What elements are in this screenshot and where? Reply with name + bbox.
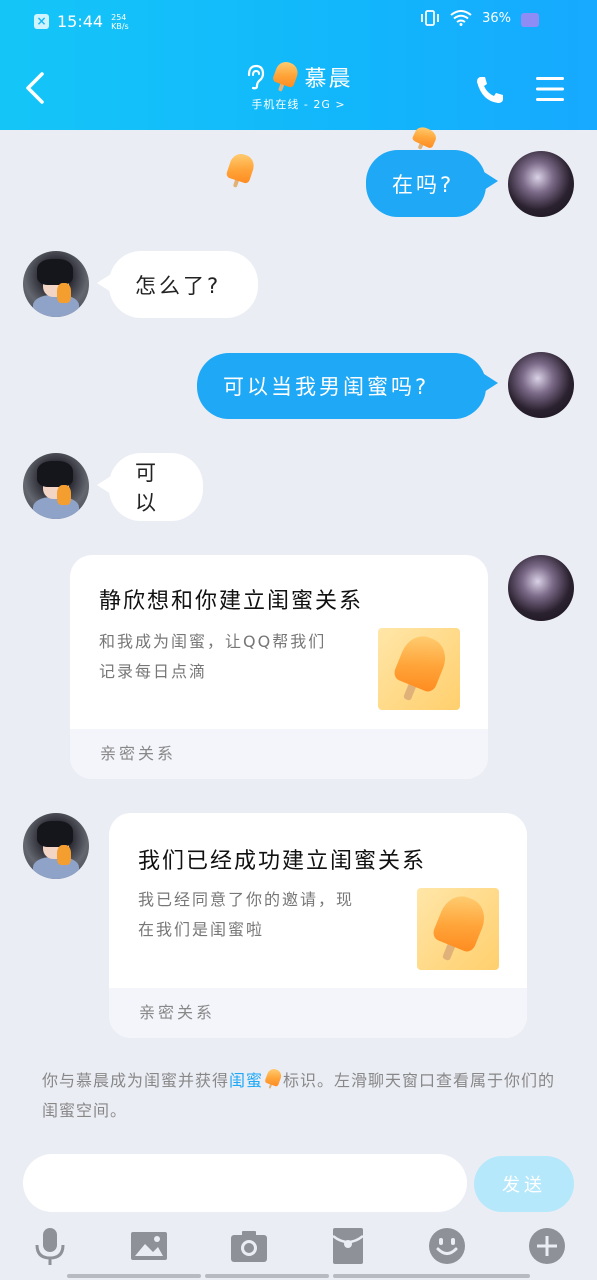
battery-icon — [521, 13, 539, 27]
avatar-contact[interactable] — [23, 813, 89, 879]
bubble-tail — [484, 374, 498, 392]
chat-header: × 15:44 254 KB/s 36% 慕晨 手机在线 - 2G > — [0, 0, 597, 130]
avatar-contact[interactable] — [23, 251, 89, 317]
relationship-invite-card[interactable]: 静欣想和你建立闺蜜关系 和我成为闺蜜，让QQ帮我们 记录每日点滴 亲密关系 — [70, 555, 488, 779]
contact-info[interactable]: 慕晨 手机在线 - 2G > — [0, 59, 597, 112]
send-button[interactable]: 发送 — [474, 1156, 574, 1212]
notification-icon: × — [34, 14, 49, 29]
message-input[interactable] — [23, 1154, 467, 1212]
message-bubble-contact[interactable]: 怎么了? — [109, 251, 258, 318]
card-description: 我已经同意了你的邀请，现 在我们是闺蜜啦 — [138, 890, 355, 939]
card-description: 和我成为闺蜜，让QQ帮我们 记录每日点滴 — [99, 632, 327, 681]
microphone-icon[interactable] — [30, 1226, 70, 1266]
menu-icon[interactable] — [534, 74, 566, 104]
net-speed: 254 KB/s — [111, 12, 129, 31]
card-title: 静欣想和你建立闺蜜关系 — [99, 589, 364, 614]
plus-icon[interactable] — [527, 1226, 567, 1266]
ear-icon — [248, 64, 265, 90]
card-title: 我们已经成功建立闺蜜关系 — [138, 849, 427, 874]
card-footer: 亲密关系 — [70, 729, 488, 779]
popsicle-icon — [386, 630, 452, 708]
online-status: 手机在线 - 2G > — [251, 98, 346, 111]
camera-icon[interactable] — [229, 1226, 269, 1266]
popsicle-icon — [425, 890, 491, 968]
relationship-confirm-card[interactable]: 我们已经成功建立闺蜜关系 我已经同意了你的邀请，现 在我们是闺蜜啦 亲密关系 — [109, 813, 527, 1038]
bubble-tail — [484, 172, 498, 190]
message-bubble-contact[interactable]: 可以 — [109, 453, 203, 521]
popsicle-icon — [263, 1067, 284, 1091]
status-bar: × 15:44 254 KB/s 36% — [0, 8, 597, 38]
avatar-me[interactable] — [508, 555, 574, 621]
message-bubble-me[interactable]: 在吗? — [366, 150, 486, 217]
popsicle-card-image — [378, 628, 460, 710]
card-footer: 亲密关系 — [109, 988, 527, 1038]
image-icon[interactable] — [129, 1226, 169, 1266]
input-toolbar — [0, 1222, 597, 1272]
red-packet-icon[interactable] — [328, 1226, 368, 1266]
gesture-bar — [0, 1274, 597, 1280]
avatar-contact[interactable] — [23, 453, 89, 519]
status-time: 15:44 — [57, 12, 104, 31]
vibrate-icon — [421, 10, 439, 26]
popsicle-icon — [270, 59, 301, 95]
emoji-icon[interactable] — [427, 1226, 467, 1266]
battery-text: 36% — [482, 10, 511, 26]
composer: 发送 — [0, 1150, 597, 1220]
system-notice: 你与慕晨成为闺蜜并获得闺蜜 标识。左滑聊天窗口查看属于你们的闺蜜空间。 — [42, 1066, 562, 1126]
avatar-me[interactable] — [508, 352, 574, 418]
phone-icon[interactable] — [474, 74, 506, 106]
popsicle-card-image — [417, 888, 499, 970]
contact-name: 慕晨 — [304, 67, 353, 92]
wifi-icon — [450, 10, 472, 26]
avatar-me[interactable] — [508, 151, 574, 217]
popsicle-decoration — [223, 151, 257, 191]
notice-link[interactable]: 闺蜜 — [229, 1071, 263, 1090]
message-bubble-me[interactable]: 可以当我男闺蜜吗? — [197, 353, 486, 419]
